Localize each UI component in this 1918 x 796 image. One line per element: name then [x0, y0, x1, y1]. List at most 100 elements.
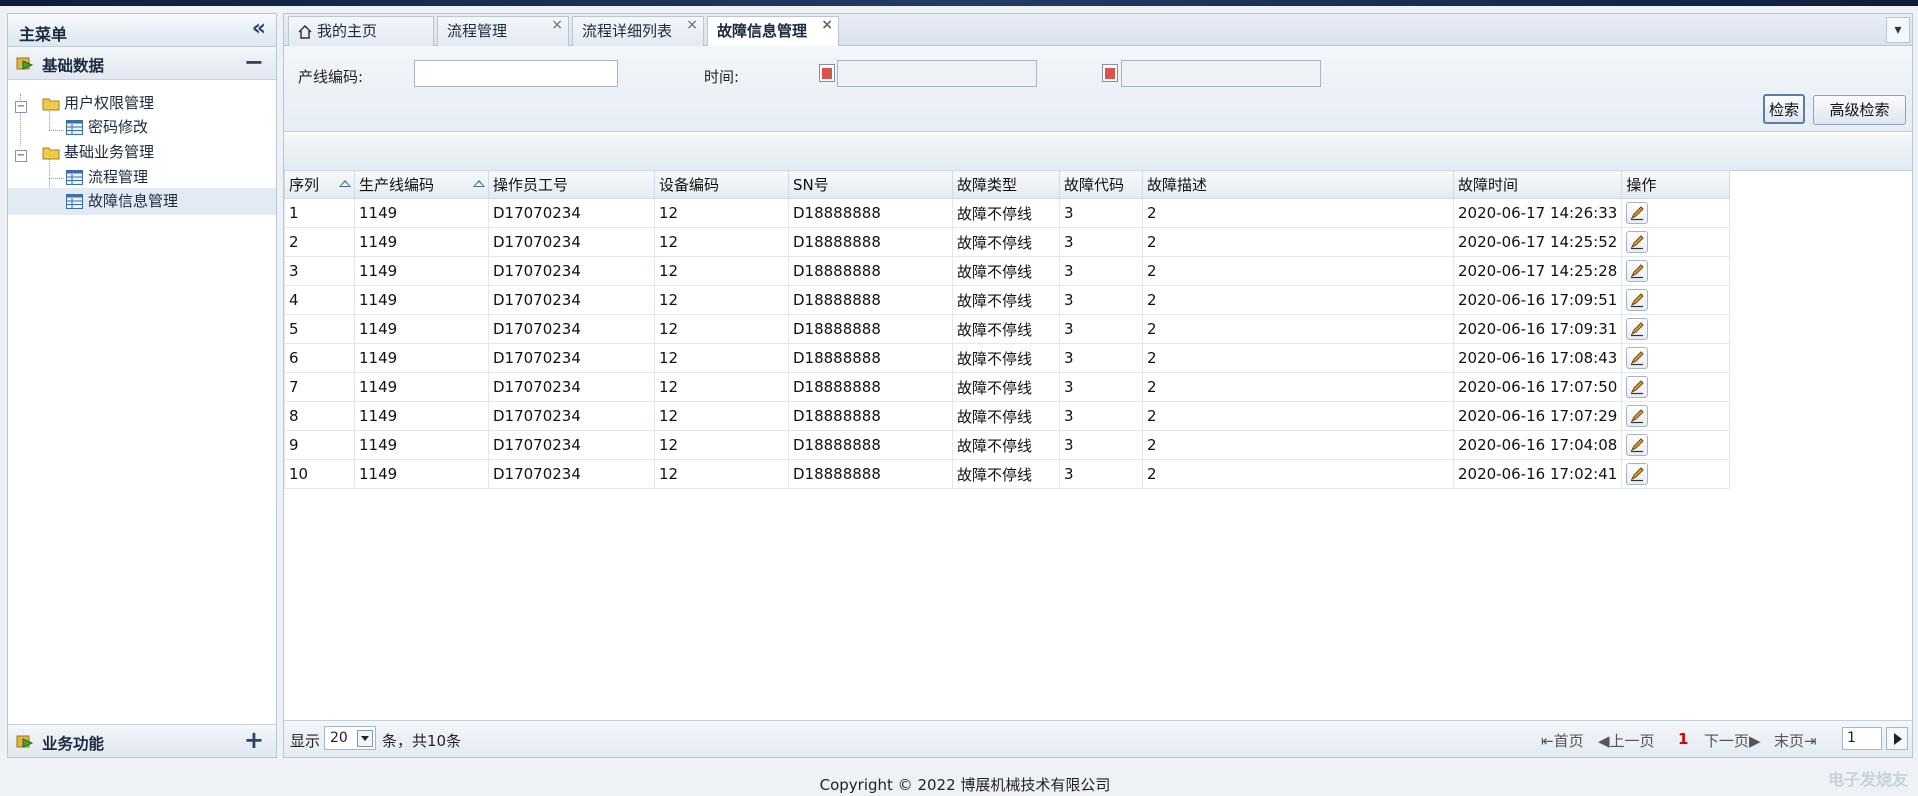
table-cell: 2020-06-16 17:07:29: [1452, 401, 1623, 431]
col-header-seq[interactable]: 序列: [284, 170, 355, 199]
menu-group-basic-data[interactable]: 基础数据 −: [8, 47, 276, 80]
table-cell: D18888888: [788, 256, 953, 286]
col-header-label: 故障类型: [957, 176, 1018, 194]
close-tab-icon[interactable]: ×: [821, 11, 833, 39]
edit-icon[interactable]: [1626, 463, 1649, 485]
table-cell: 12: [654, 459, 789, 489]
col-header-label: 序列: [289, 176, 320, 194]
first-page-button[interactable]: ⇤首页: [1541, 730, 1584, 751]
table-cell-action: [1621, 198, 1731, 228]
table-cell: 1149: [354, 401, 489, 431]
page-number-input[interactable]: 1: [1842, 727, 1882, 750]
edit-icon[interactable]: [1626, 318, 1649, 340]
group-folder-icon: [16, 57, 34, 70]
close-tab-icon[interactable]: ×: [686, 11, 698, 39]
table-cell-action: [1621, 343, 1731, 373]
table-cell: 12: [654, 285, 789, 315]
tree-node-basic-business[interactable]: 基础业务管理: [42, 139, 154, 166]
table-cell: 12: [654, 256, 789, 286]
page-size-select[interactable]: 20: [324, 726, 376, 750]
time-from-input[interactable]: [837, 60, 1037, 87]
sidebar-header: 主菜单 «: [8, 14, 276, 47]
table-cell: 8: [284, 401, 355, 431]
col-header-fault-code[interactable]: 故障代码: [1059, 170, 1143, 199]
tree-collapse-icon[interactable]: −: [15, 150, 27, 162]
table-row[interactable]: 10 1149 D17070234 12 D18888888 故障不停线 3 2 2020-06…: [284, 459, 1731, 489]
menu-group-business-functions[interactable]: 业务功能 +: [8, 724, 276, 757]
next-page-label: 下一页: [1704, 732, 1750, 750]
edit-icon[interactable]: [1626, 376, 1649, 398]
table-cell: 3: [1059, 227, 1143, 257]
tab-home[interactable]: 我的主页: [288, 16, 434, 46]
search-button[interactable]: 检索: [1763, 94, 1805, 124]
time-to-input[interactable]: [1121, 60, 1321, 87]
tree-node-process-management[interactable]: 流程管理: [66, 164, 148, 191]
table-cell: 5: [284, 314, 355, 344]
calendar-icon[interactable]: [819, 64, 835, 82]
line-code-input[interactable]: [414, 60, 618, 87]
tree-node-fault-info-management[interactable]: 故障信息管理: [8, 188, 276, 215]
edit-icon[interactable]: [1626, 260, 1649, 282]
folder-icon: [42, 147, 60, 159]
go-page-icon[interactable]: [1886, 727, 1908, 750]
col-header-line-code[interactable]: 生产线编码: [354, 170, 489, 199]
last-page-button[interactable]: 末页⇥: [1774, 730, 1817, 751]
tab-list-dropdown-icon[interactable]: ▾: [1886, 17, 1910, 43]
col-header-sn[interactable]: SN号: [788, 170, 953, 199]
col-header-fault-desc[interactable]: 故障描述: [1142, 170, 1454, 199]
table-cell: 3: [1059, 256, 1143, 286]
last-page-icon: ⇥: [1804, 732, 1817, 750]
tree-collapse-icon[interactable]: −: [15, 101, 27, 113]
tree-node-user-permissions[interactable]: 用户权限管理: [42, 90, 154, 117]
tab-process-detail-list[interactable]: 流程详细列表 ×: [572, 16, 704, 46]
sort-asc-icon[interactable]: [339, 180, 351, 187]
edit-icon[interactable]: [1626, 405, 1649, 427]
sidebar-title: 主菜单: [19, 25, 68, 44]
table-cell: 故障不停线: [952, 430, 1060, 460]
table-cell: 7: [284, 372, 355, 402]
table-cell: 12: [654, 401, 789, 431]
table-cell: 3: [1059, 314, 1143, 344]
next-page-button[interactable]: 下一页▶: [1704, 730, 1761, 751]
close-tab-icon[interactable]: ×: [551, 11, 563, 39]
table-row[interactable]: 9 1149 D17070234 12 D18888888 故障不停线 3 2 2020-06-…: [284, 430, 1731, 460]
table-cell: D18888888: [788, 372, 953, 402]
edit-icon[interactable]: [1626, 289, 1649, 311]
col-header-fault-type[interactable]: 故障类型: [952, 170, 1060, 199]
table-cell: 1149: [354, 343, 489, 373]
record-summary: 条，共10条: [382, 732, 462, 750]
table-row[interactable]: 5 1149 D17070234 12 D18888888 故障不停线 3 2 2020-06-…: [284, 314, 1731, 344]
edit-icon[interactable]: [1626, 434, 1649, 456]
col-header-operator-id[interactable]: 操作员工号: [488, 170, 655, 199]
edit-icon[interactable]: [1626, 231, 1649, 253]
advanced-search-button[interactable]: 高级检索: [1813, 95, 1906, 125]
table-cell: 1: [284, 198, 355, 228]
tree-node-change-password[interactable]: 密码修改: [66, 114, 148, 141]
table-row[interactable]: 6 1149 D17070234 12 D18888888 故障不停线 3 2 2020-06-…: [284, 343, 1731, 373]
collapse-sidebar-icon[interactable]: «: [252, 16, 266, 41]
tab-process-management[interactable]: 流程管理 ×: [437, 16, 569, 46]
edit-icon[interactable]: [1626, 202, 1649, 224]
calendar-icon[interactable]: [1102, 64, 1118, 82]
table-row[interactable]: 8 1149 D17070234 12 D18888888 故障不停线 3 2 2020-06-…: [284, 401, 1731, 431]
time-label: 时间:: [704, 68, 740, 86]
table-row[interactable]: 4 1149 D17070234 12 D18888888 故障不停线 3 2 2020-06-…: [284, 285, 1731, 315]
table-row[interactable]: 2 1149 D17070234 12 D18888888 故障不停线 3 2 2020-06-…: [284, 227, 1731, 257]
col-header-fault-time[interactable]: 故障时间: [1452, 170, 1623, 199]
edit-icon[interactable]: [1626, 347, 1649, 369]
pagination-bar: 显示 20 条，共10条 ⇤首页 ◀上一页 1 下一页▶ 末页⇥ 1: [284, 720, 1912, 757]
table-cell: 1149: [354, 430, 489, 460]
col-header-label: SN号: [793, 176, 829, 194]
table-row[interactable]: 7 1149 D17070234 12 D18888888 故障不停线 3 2 2020-06-…: [284, 372, 1731, 402]
table-cell: 12: [654, 430, 789, 460]
table-row[interactable]: 3 1149 D17070234 12 D18888888 故障不停线 3 2 2020-06-…: [284, 256, 1731, 286]
expand-group-icon[interactable]: +: [244, 726, 264, 754]
tab-fault-info-management[interactable]: 故障信息管理 ×: [707, 16, 839, 47]
collapse-group-icon[interactable]: −: [244, 48, 264, 76]
col-header-device-code[interactable]: 设备编码: [654, 170, 789, 199]
prev-page-button[interactable]: ◀上一页: [1598, 730, 1655, 751]
table-row[interactable]: 1 1149 D17070234 12 D18888888 故障不停线 3 2 2020-06-…: [284, 198, 1731, 228]
table-cell: D17070234: [488, 314, 655, 344]
sort-asc-icon[interactable]: [473, 180, 485, 187]
table-cell: 故障不停线: [952, 256, 1060, 286]
